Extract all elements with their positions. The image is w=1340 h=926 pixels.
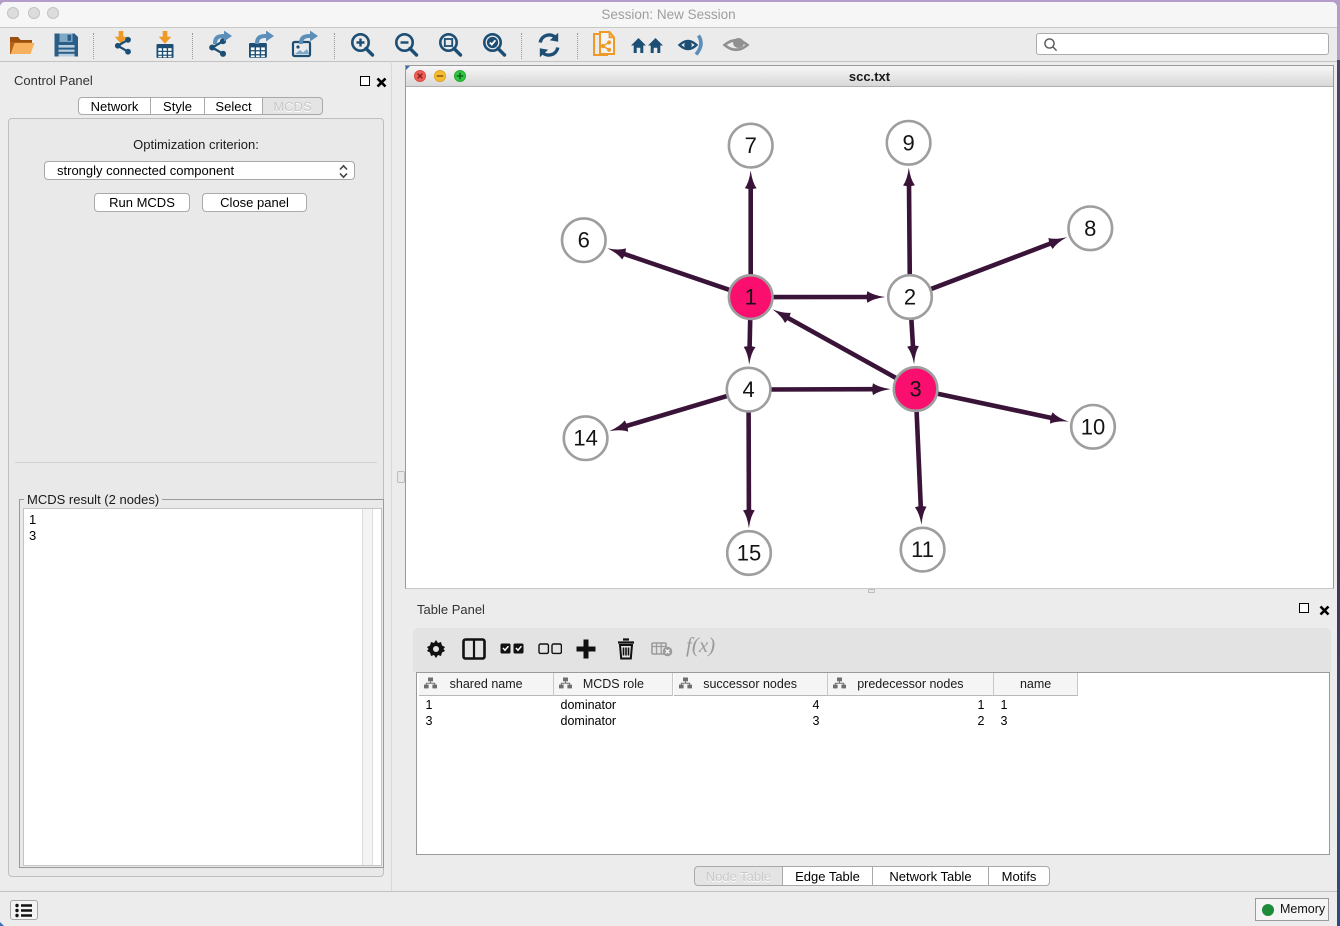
svg-text:15: 15 xyxy=(737,541,761,566)
svg-text:7: 7 xyxy=(745,133,757,158)
svg-text:3: 3 xyxy=(909,377,921,402)
svg-text:2: 2 xyxy=(904,285,916,310)
svg-text:9: 9 xyxy=(902,130,914,155)
svg-text:11: 11 xyxy=(911,537,934,562)
svg-text:8: 8 xyxy=(1084,216,1096,241)
svg-text:14: 14 xyxy=(573,426,597,451)
svg-text:6: 6 xyxy=(578,228,590,253)
svg-text:10: 10 xyxy=(1081,414,1105,439)
svg-text:4: 4 xyxy=(742,377,754,402)
svg-text:1: 1 xyxy=(745,285,757,310)
